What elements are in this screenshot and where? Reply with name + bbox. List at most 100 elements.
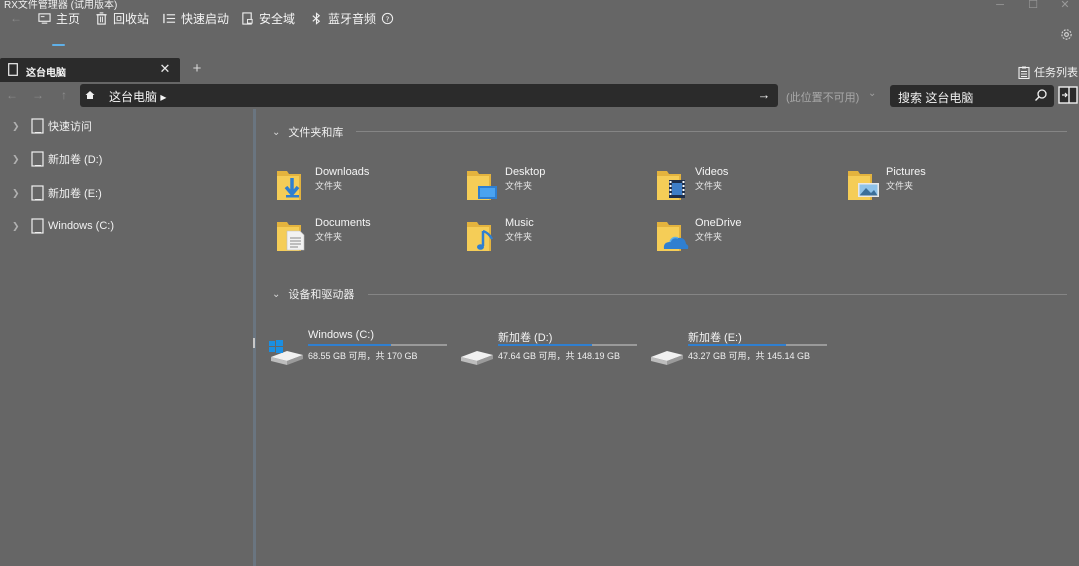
downloads-folder-icon — [277, 171, 301, 200]
drive-usage-fill — [688, 344, 786, 346]
splitter-grip[interactable] — [253, 338, 255, 348]
drives-section-header[interactable]: ⌄ 设备和驱动器 — [272, 286, 354, 302]
task-list-icon — [1018, 66, 1030, 79]
address-bar[interactable] — [80, 84, 778, 107]
folder-type: 文件夹 — [886, 181, 914, 191]
svg-text:?: ? — [386, 14, 390, 23]
folder-music[interactable]: Music 文件夹 — [465, 217, 655, 265]
collapse-chevron-icon[interactable]: ⌄ — [272, 127, 280, 138]
hard-drive-icon — [461, 351, 493, 365]
minimize-button[interactable]: ─ — [985, 0, 1015, 12]
bluetooth-audio-button[interactable]: 蓝牙音频 ? — [310, 8, 394, 28]
search-placeholder: 搜索 这台电脑 — [898, 91, 974, 105]
expand-chevron-icon[interactable]: ❯ — [12, 121, 20, 132]
folder-downloads[interactable]: Downloads 文件夹 — [275, 166, 465, 214]
nav-back-icon[interactable]: ← — [4, 86, 20, 104]
task-list-button[interactable]: 任务列表 — [1018, 64, 1078, 80]
drive-icon — [31, 151, 44, 167]
folder-desktop[interactable]: Desktop 文件夹 — [465, 166, 655, 214]
drive-free-space: 47.64 GB 可用，共 148.19 GB — [498, 351, 621, 361]
secure-folder-icon — [242, 11, 253, 25]
folder-name: Videos — [695, 166, 729, 178]
folders-section-title: 文件夹和库 — [288, 127, 344, 139]
folders-section-header[interactable]: ⌄ 文件夹和库 — [272, 124, 343, 140]
help-icon[interactable]: ? — [381, 12, 394, 25]
recycle-bin-button[interactable]: 回收站 — [95, 8, 149, 28]
drive-usage-bar — [498, 344, 637, 346]
tab-label: 这台电脑 — [26, 68, 66, 79]
recycle-bin-label: 回收站 — [113, 11, 150, 26]
drive-c[interactable]: Windows (C:) 68.55 GB 可用，共 170 GB — [269, 329, 459, 369]
drive-usage-fill — [308, 344, 391, 346]
tab-close-icon[interactable]: ✕ — [158, 60, 172, 78]
expand-chevron-icon[interactable]: ❯ — [12, 188, 20, 199]
sidebar-item-label: Windows (C:) — [48, 220, 115, 232]
quick-launch-button[interactable]: 快速启动 — [163, 8, 229, 28]
drive-free-space: 68.55 GB 可用，共 170 GB — [308, 351, 418, 361]
folder-videos[interactable]: Videos 文件夹 — [655, 166, 845, 214]
folder-type: 文件夹 — [315, 232, 343, 242]
home-button[interactable]: 主页 — [38, 8, 80, 28]
sidebar-item-label: 新加卷 (E:) — [48, 188, 102, 200]
home-icon[interactable] — [85, 90, 95, 100]
onedrive-folder-icon — [657, 222, 689, 251]
maximize-button[interactable]: ☐ — [1018, 0, 1048, 12]
drive-name: Windows (C:) — [308, 329, 375, 341]
quick-access-icon — [31, 118, 44, 134]
folder-name: OneDrive — [695, 217, 742, 229]
go-arrow-icon[interactable]: → — [756, 86, 772, 104]
bluetooth-icon — [312, 11, 321, 25]
documents-folder-icon — [277, 222, 305, 251]
home-tab-icon — [38, 12, 51, 24]
drive-e[interactable]: 新加卷 (E:) 43.27 GB 可用，共 145.14 GB — [649, 329, 839, 369]
settings-gear-icon[interactable] — [1060, 28, 1073, 41]
new-tab-icon[interactable]: + — [190, 60, 204, 78]
folder-type: 文件夹 — [505, 181, 533, 191]
location-dropdown-icon[interactable]: ⌄ — [868, 88, 876, 99]
folder-pictures[interactable]: Pictures 文件夹 — [846, 166, 1036, 214]
location-status: (此位置不可用) — [786, 92, 860, 104]
preview-pane-toggle-icon[interactable] — [1058, 86, 1078, 104]
sidebar-item-drive-d[interactable]: ❯ 新加卷 (D:) — [0, 145, 253, 173]
security-zone-button[interactable]: 安全域 — [241, 8, 295, 28]
folder-documents[interactable]: Documents 文件夹 — [275, 217, 465, 265]
hard-drive-icon — [651, 351, 683, 365]
folder-type: 文件夹 — [505, 232, 533, 242]
sidebar-item-drive-c[interactable]: ❯ Windows (C:) — [0, 212, 253, 240]
folder-type: 文件夹 — [695, 232, 723, 242]
close-window-button[interactable]: ✕ — [1050, 0, 1079, 12]
breadcrumb[interactable]: 这台电脑 ▸ — [109, 88, 166, 105]
sidebar-item-drive-e[interactable]: ❯ 新加卷 (E:) — [0, 179, 253, 207]
nav-up-icon[interactable]: ↑ — [56, 86, 72, 104]
quick-launch-label: 快速启动 — [181, 11, 230, 26]
drive-free-space: 43.27 GB 可用，共 145.14 GB — [688, 351, 811, 361]
trash-icon — [96, 11, 107, 25]
tab-device-icon — [8, 63, 18, 76]
folder-name: Pictures — [886, 166, 926, 178]
folder-type: 文件夹 — [695, 181, 723, 191]
nav-forward-icon[interactable]: → — [30, 86, 46, 104]
folder-name: Documents — [315, 217, 371, 229]
section-divider — [356, 131, 1067, 132]
folder-name: Music — [505, 217, 534, 229]
drive-usage-bar — [688, 344, 827, 346]
back-icon[interactable]: ← — [10, 8, 22, 28]
sidebar-item-quick-access[interactable]: ❯ 快速访问 — [0, 112, 253, 140]
home-active-indicator — [52, 44, 65, 46]
drive-d[interactable]: 新加卷 (D:) 47.64 GB 可用，共 148.19 GB — [459, 329, 649, 369]
folder-name: Downloads — [315, 166, 370, 178]
expand-chevron-icon[interactable]: ❯ — [12, 154, 20, 165]
folder-onedrive[interactable]: OneDrive 文件夹 — [655, 217, 845, 265]
drive-name: 新加卷 (D:) — [498, 332, 553, 344]
command-bar — [0, 18, 1079, 50]
drive-icon — [31, 218, 44, 234]
security-zone-label: 安全域 — [259, 11, 296, 26]
expand-chevron-icon[interactable]: ❯ — [12, 221, 20, 232]
drive-usage-bar — [308, 344, 447, 346]
sidebar-item-label: 快速访问 — [48, 121, 92, 133]
search-icon[interactable] — [1034, 88, 1048, 102]
section-divider — [368, 294, 1067, 295]
music-folder-icon — [467, 222, 494, 251]
drives-section-title: 设备和驱动器 — [288, 289, 355, 301]
collapse-chevron-icon[interactable]: ⌄ — [272, 289, 280, 300]
